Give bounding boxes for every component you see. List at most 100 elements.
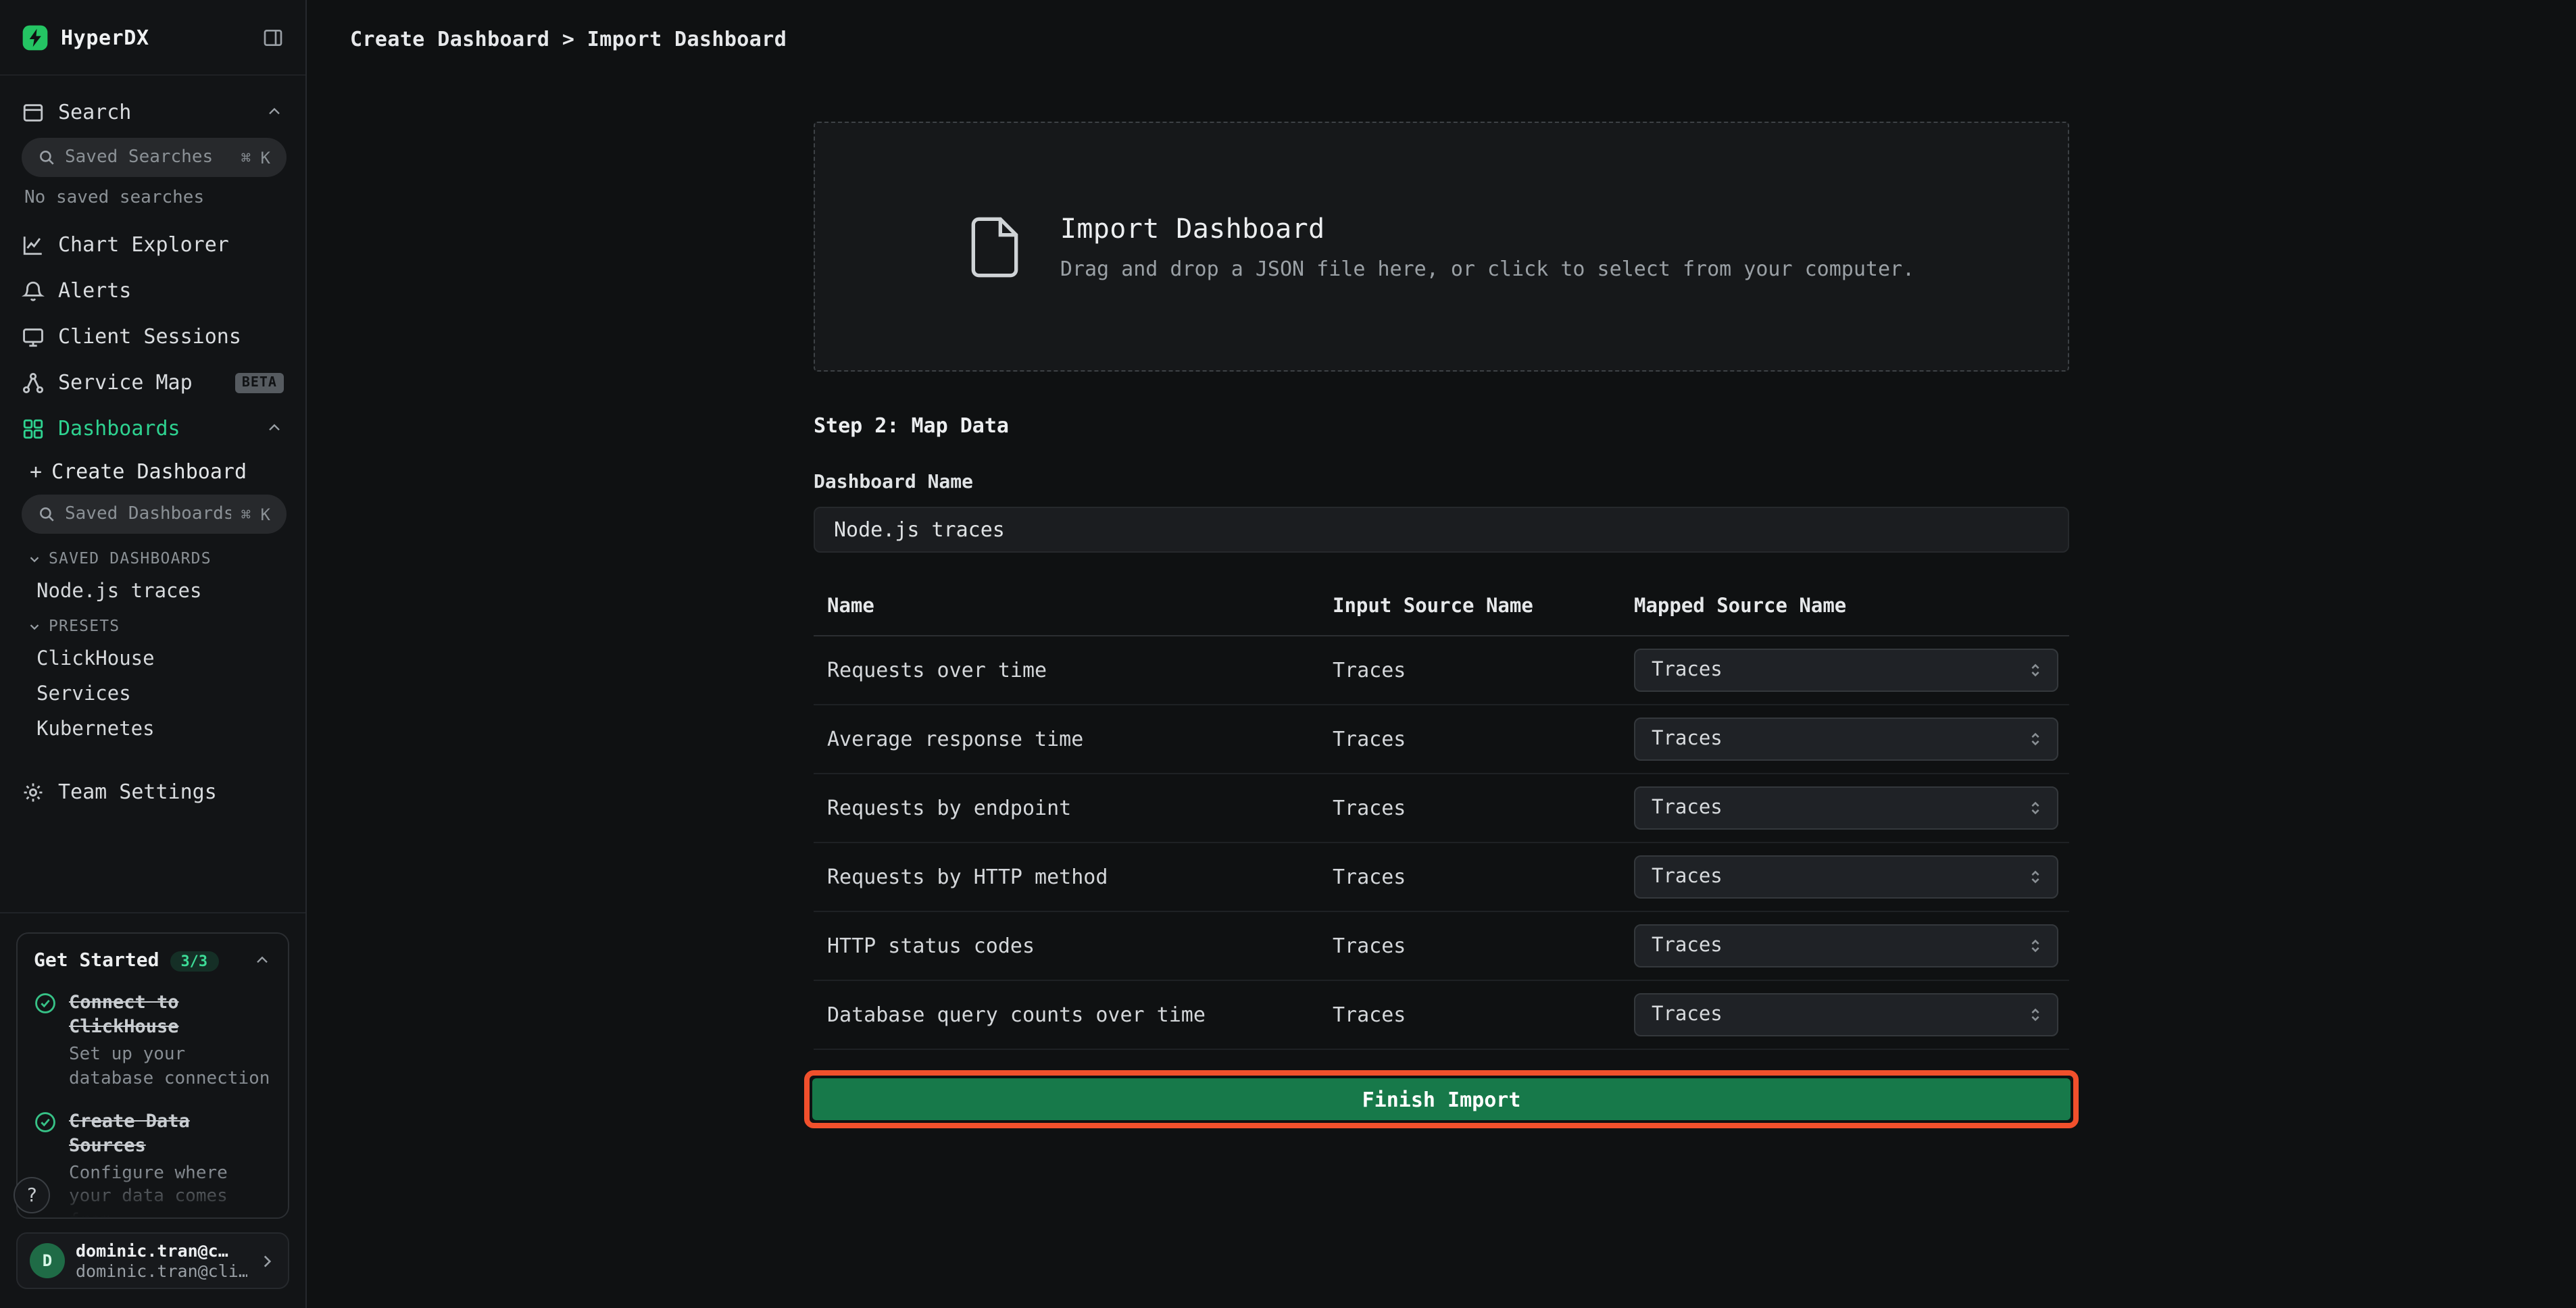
tile-name: HTTP status codes — [814, 934, 1333, 958]
column-header: Name — [814, 596, 1333, 618]
table-row: HTTP status codes Traces Traces — [814, 912, 2069, 981]
saved-dashboards-input[interactable] — [65, 504, 232, 524]
select-chevrons-icon — [2026, 867, 2045, 886]
mapped-source-select[interactable]: Traces — [1634, 855, 2058, 899]
group-label-text: PRESETS — [49, 616, 120, 635]
saved-dashboards-group[interactable]: SAVED DASHBOARDS — [0, 542, 305, 574]
selected-option: Traces — [1652, 659, 1723, 681]
bell-icon — [22, 279, 45, 302]
get-started-step: Connect to ClickHouse Set up your databa… — [34, 990, 272, 1090]
check-circle-icon — [34, 992, 57, 1015]
user-name: dominic.tran@c… — [76, 1240, 247, 1261]
sidebar-item-service-map[interactable]: Service Map BETA — [0, 359, 305, 405]
selected-option: Traces — [1652, 728, 1723, 750]
mapped-source-select[interactable]: Traces — [1634, 924, 2058, 967]
shortcut-badge: ⌘ K — [241, 148, 270, 167]
sidebar-item-label: Dashboards — [58, 416, 251, 441]
step-heading: Step 2: Map Data — [814, 413, 2069, 438]
mapped-source-select[interactable]: Traces — [1634, 649, 2058, 692]
breadcrumb: Create Dashboard > Import Dashboard — [350, 26, 787, 51]
sidebar-item-label: Alerts — [58, 278, 284, 303]
saved-dashboard-item[interactable]: Node.js traces — [0, 574, 305, 609]
saved-dashboard-label: Node.js traces — [36, 581, 201, 603]
selected-option: Traces — [1652, 797, 1723, 819]
progress-badge: 3/3 — [170, 951, 218, 971]
select-chevrons-icon — [2026, 799, 2045, 818]
select-chevrons-icon — [2026, 1005, 2045, 1024]
chevron-down-icon — [27, 551, 42, 565]
tile-name: Database query counts over time — [814, 1003, 1333, 1027]
service-map-icon — [22, 371, 45, 394]
monitor-icon — [22, 325, 45, 348]
topbar: Create Dashboard > Import Dashboard — [307, 0, 2576, 77]
group-label-text: SAVED DASHBOARDS — [49, 549, 212, 568]
mapped-source-select[interactable]: Traces — [1634, 993, 2058, 1036]
mapping-table: Name Input Source Name Mapped Source Nam… — [814, 585, 2069, 1050]
saved-searches-input[interactable] — [65, 147, 232, 168]
tile-name: Requests by endpoint — [814, 796, 1333, 820]
user-menu[interactable]: D dominic.tran@c… dominic.tran@cli… — [16, 1232, 289, 1289]
team-settings-label: Team Settings — [58, 780, 284, 804]
plus-icon: + — [30, 459, 42, 484]
file-icon — [968, 214, 1022, 279]
no-saved-searches-text: No saved searches — [0, 185, 305, 222]
mapped-source-select[interactable]: Traces — [1634, 718, 2058, 761]
search-icon — [38, 505, 55, 523]
help-icon: ? — [26, 1184, 38, 1206]
import-dashboard-panel: Import Dashboard Drag and drop a JSON fi… — [814, 77, 2069, 1128]
dashboard-name-label: Dashboard Name — [814, 472, 2069, 493]
selected-option: Traces — [1652, 1004, 1723, 1026]
sidebar-nav: Search ⌘ K No saved searches Chart Explo… — [0, 76, 305, 815]
table-row: Database query counts over time Traces T… — [814, 981, 2069, 1050]
get-started-header[interactable]: Get Started 3/3 — [34, 950, 272, 972]
user-email: dominic.tran@cli… — [76, 1261, 247, 1281]
mapped-source-select[interactable]: Traces — [1634, 786, 2058, 830]
tile-name: Requests by HTTP method — [814, 865, 1333, 889]
selected-option: Traces — [1652, 935, 1723, 957]
finish-import-button[interactable]: Finish Import — [812, 1078, 2071, 1120]
column-header: Mapped Source Name — [1634, 596, 2069, 618]
preset-dashboard-item[interactable]: Services — [0, 677, 305, 712]
sidebar-collapse-icon[interactable] — [262, 26, 284, 48]
presets-group[interactable]: PRESETS — [0, 609, 305, 642]
dashboards-grid-icon — [22, 417, 45, 440]
get-started-step: Create Data Sources Configure where your… — [34, 1109, 272, 1219]
sidebar-item-label: Client Sessions — [58, 324, 284, 349]
import-dropzone[interactable]: Import Dashboard Drag and drop a JSON fi… — [814, 122, 2069, 372]
search-icon — [38, 149, 55, 166]
get-started-title: Get Started — [34, 950, 159, 972]
sidebar-item-alerts[interactable]: Alerts — [0, 268, 305, 313]
sidebar-item-team-settings[interactable]: Team Settings — [0, 769, 305, 815]
help-button[interactable]: ? — [14, 1177, 50, 1213]
hyperdx-logo-icon — [22, 24, 49, 51]
preset-dashboard-label: Kubernetes — [36, 719, 155, 740]
sidebar-item-label: Service Map — [58, 370, 222, 395]
table-row: Requests by endpoint Traces Traces — [814, 774, 2069, 843]
preset-dashboard-item[interactable]: Kubernetes — [0, 712, 305, 747]
dropzone-title: Import Dashboard — [1060, 212, 1914, 245]
saved-searches-search[interactable]: ⌘ K — [22, 138, 287, 177]
select-chevrons-icon — [2026, 661, 2045, 680]
column-header: Input Source Name — [1333, 596, 1634, 618]
preset-dashboard-item[interactable]: ClickHouse — [0, 642, 305, 677]
chevron-up-icon — [265, 419, 284, 438]
dashboard-name-input[interactable] — [814, 507, 2069, 553]
avatar: D — [30, 1243, 65, 1278]
select-chevrons-icon — [2026, 936, 2045, 955]
chart-explorer-icon — [22, 233, 45, 256]
create-dashboard-button[interactable]: + Create Dashboard — [0, 451, 305, 492]
brand-name: HyperDX — [61, 25, 250, 49]
click-target-annotation: Finish Import — [804, 1070, 2079, 1128]
gear-icon — [22, 780, 45, 803]
dropzone-description: Drag and drop a JSON file here, or click… — [1060, 257, 1914, 281]
sidebar-item-client-sessions[interactable]: Client Sessions — [0, 313, 305, 359]
sidebar-item-chart-explorer[interactable]: Chart Explorer — [0, 222, 305, 268]
preset-dashboard-label: ClickHouse — [36, 649, 155, 670]
input-source-name: Traces — [1333, 727, 1634, 751]
sidebar-item-dashboards[interactable]: Dashboards — [0, 405, 305, 451]
saved-dashboards-search[interactable]: ⌘ K — [22, 495, 287, 534]
sidebar-bottom: Get Started 3/3 Connect to ClickHouse Se… — [0, 912, 305, 1308]
sidebar: HyperDX Search ⌘ K No saved searches — [0, 0, 307, 1308]
sidebar-item-search[interactable]: Search — [0, 89, 305, 135]
input-source-name: Traces — [1333, 796, 1634, 820]
